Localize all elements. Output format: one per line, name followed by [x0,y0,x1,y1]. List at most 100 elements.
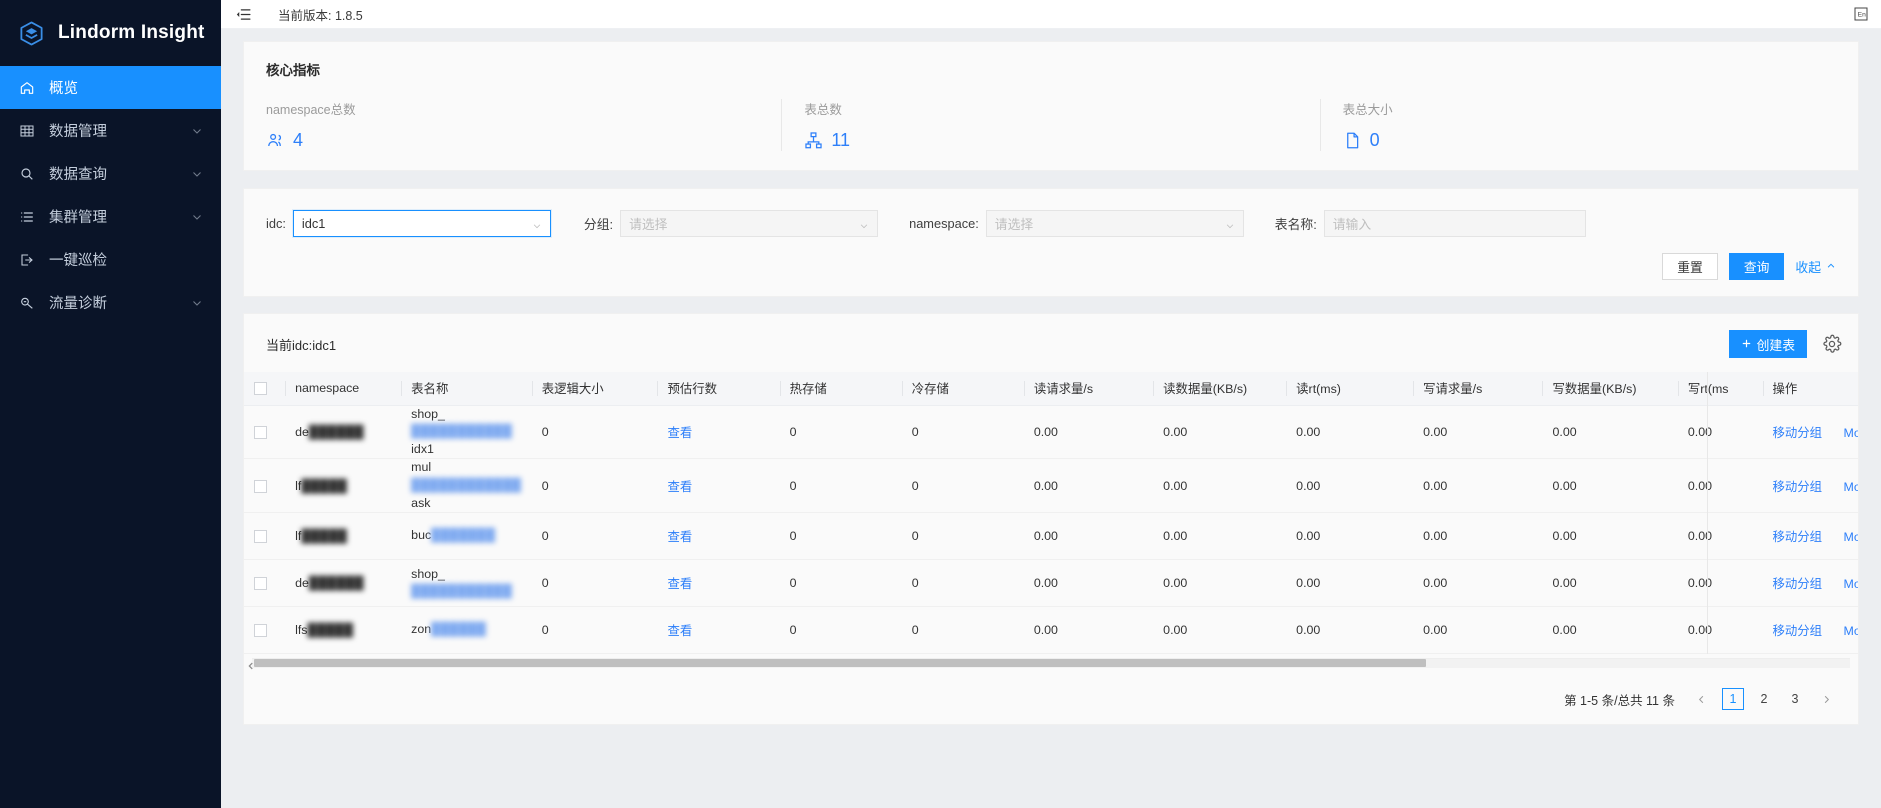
cell-namespace: lf█████ [285,458,402,514]
tables-grid-head: namespace 表名称 表逻辑大小 预估行数 热存储 冷存储 读请求量/s … [244,372,1858,406]
select-all-header [244,372,286,406]
table-name-redacted: ██████ [431,622,487,637]
table-row[interactable]: lf█████ buc███████ 0 查看 0 0 0.00 0.00 0.… [244,512,1858,561]
cell-table-name[interactable]: shop_ ███████████ idx1 [401,405,532,460]
language-switch-icon[interactable]: En [1853,6,1869,22]
cell-write-rt: 0.00 [1677,405,1763,460]
filter-panel: idc: idc1 分组: 请选择 namespace: 请选择 表名称: 请输… [243,188,1859,297]
chevron-down-icon [191,168,203,180]
view-rows-link[interactable]: 查看 [667,426,692,440]
row-checkbox[interactable] [254,530,267,544]
cell-estimated-rows: 查看 [657,606,780,655]
chevron-down-icon [191,125,203,137]
move-group-action[interactable]: 移动分组 [1773,480,1823,494]
more-actions-menu[interactable]: More [1844,530,1858,544]
sidebar-item-overview[interactable]: 概览 [0,66,221,109]
namespace-select-placeholder: 请选择 [994,217,1034,232]
sidebar-item-traffic-diagnosis[interactable]: 流量诊断 [0,281,221,324]
cell-read-rt: 0.00 [1286,606,1414,655]
row-checkbox[interactable] [254,624,267,638]
more-actions-menu[interactable]: More [1844,624,1858,638]
filter-idc: idc: idc1 [266,210,551,237]
page-content: 核心指标 namespace总数 4 表总数 11 表总大小 0 idc: id… [221,29,1881,808]
create-table-button[interactable]: 创建表 [1728,330,1807,358]
metric-table-size: 表总大小 0 [1319,99,1858,151]
col-header-read-requests: 读请求量/s [1023,372,1154,406]
cell-read-requests: 0.00 [1023,512,1154,561]
sidebar-item-cluster-management[interactable]: 集群管理 [0,195,221,238]
cell-write-requests: 0.00 [1413,458,1543,514]
cell-operations: 移动分组 More [1762,405,1858,460]
row-checkbox[interactable] [254,426,267,440]
more-actions-menu[interactable]: More [1844,480,1858,494]
table-tree-icon [804,131,823,150]
row-checkbox[interactable] [254,479,267,493]
namespace-select[interactable]: 请选择 [985,210,1244,237]
row-select-cell [244,405,286,460]
cell-write-rt: 0.00 [1677,559,1763,608]
cell-read-throughput: 0.00 [1153,559,1287,608]
cell-write-throughput: 0.00 [1542,458,1678,514]
table-row[interactable]: lf█████ mul ████████████ ask 0 查看 0 0 0.00… [244,458,1858,514]
sidebar-item-data-query[interactable]: 数据查询 [0,152,221,195]
row-checkbox[interactable] [254,577,267,591]
select-all-checkbox[interactable] [254,382,267,396]
sidebar: Lindorm Insight 概览 数据管理 数据查询 集群管理 一键巡检 流… [0,0,221,808]
view-rows-link[interactable]: 查看 [667,624,692,638]
cell-read-rt: 0.00 [1286,405,1414,460]
gear-icon[interactable] [1822,334,1842,354]
main-area: 当前版本: 1.8.5 En 核心指标 namespace总数 4 表总数 11… [221,0,1881,808]
col-header-logical-size: 表逻辑大小 [531,372,658,406]
cell-read-throughput: 0.00 [1153,606,1287,655]
idc-select[interactable]: idc1 [292,210,551,237]
reset-button[interactable]: 重置 [1662,253,1718,280]
cell-read-requests: 0.00 [1023,405,1154,460]
pagination-page-2[interactable]: 2 [1753,688,1775,710]
filter-group: 分组: 请选择 [584,210,879,237]
horizontal-scrollbar[interactable] [244,654,1858,676]
cell-write-throughput: 0.00 [1542,559,1678,608]
cell-table-name[interactable]: mul ████████████ ask [401,458,532,514]
table-scroll-container[interactable]: namespace 表名称 表逻辑大小 预估行数 热存储 冷存储 读请求量/s … [244,372,1858,655]
table-name-prefix: shop_ [411,566,445,581]
pagination-prev[interactable] [1690,688,1713,710]
sidebar-item-one-click-inspection[interactable]: 一键巡检 [0,238,221,281]
collapse-filters-link[interactable]: 收起 [1795,257,1836,276]
sidebar-item-data-management[interactable]: 数据管理 [0,109,221,152]
plus-icon [1741,337,1752,352]
cell-table-name[interactable]: zon██████ [401,606,532,655]
group-select[interactable]: 请选择 [620,210,879,237]
namespace-redacted: █████ [307,623,354,638]
pagination-next[interactable] [1815,688,1838,710]
sidebar-item-label: 一键巡检 [49,253,107,269]
table-row[interactable]: lfs█████ zon██████ 0 查看 0 0 0.00 0.00 0.… [244,606,1858,655]
view-rows-link[interactable]: 查看 [667,480,692,494]
table-row[interactable]: de██████ shop_███████████ 0 查看 0 0 0.00 … [244,559,1858,608]
table-name-input[interactable]: 请输入 [1323,210,1586,237]
cell-write-requests: 0.00 [1413,405,1543,460]
cell-namespace: de██████ [285,405,402,460]
cell-read-requests: 0.00 [1023,458,1154,514]
pagination-page-1[interactable]: 1 [1722,688,1744,711]
view-rows-link[interactable]: 查看 [667,577,692,591]
move-group-action[interactable]: 移动分组 [1773,530,1823,544]
col-header-read-rt: 读rt(ms) [1286,372,1414,406]
move-group-action[interactable]: 移动分组 [1773,624,1823,638]
core-metrics-card: 核心指标 namespace总数 4 表总数 11 表总大小 0 [243,41,1859,171]
move-group-action[interactable]: 移动分组 [1773,577,1823,591]
view-rows-link[interactable]: 查看 [667,530,692,544]
more-actions-menu[interactable]: More [1844,577,1858,591]
sidebar-item-label: 概览 [49,81,78,97]
move-group-action[interactable]: 移动分组 [1773,426,1823,440]
cell-read-requests: 0.00 [1023,559,1154,608]
more-actions-menu[interactable]: More [1844,426,1858,440]
menu-collapse-icon[interactable] [235,6,252,23]
cell-hot-storage: 0 [779,512,902,561]
cell-table-name[interactable]: buc███████ [401,512,532,561]
cell-table-name[interactable]: shop_ ███████████ [401,559,532,608]
query-button[interactable]: 查询 [1728,253,1785,280]
scrollbar-thumb[interactable] [254,659,1426,668]
table-row[interactable]: de██████ shop_ ███████████ idx1 0 查看 0 0 0… [244,405,1858,460]
cell-namespace: lf█████ [285,512,402,561]
pagination-page-3[interactable]: 3 [1784,688,1806,710]
